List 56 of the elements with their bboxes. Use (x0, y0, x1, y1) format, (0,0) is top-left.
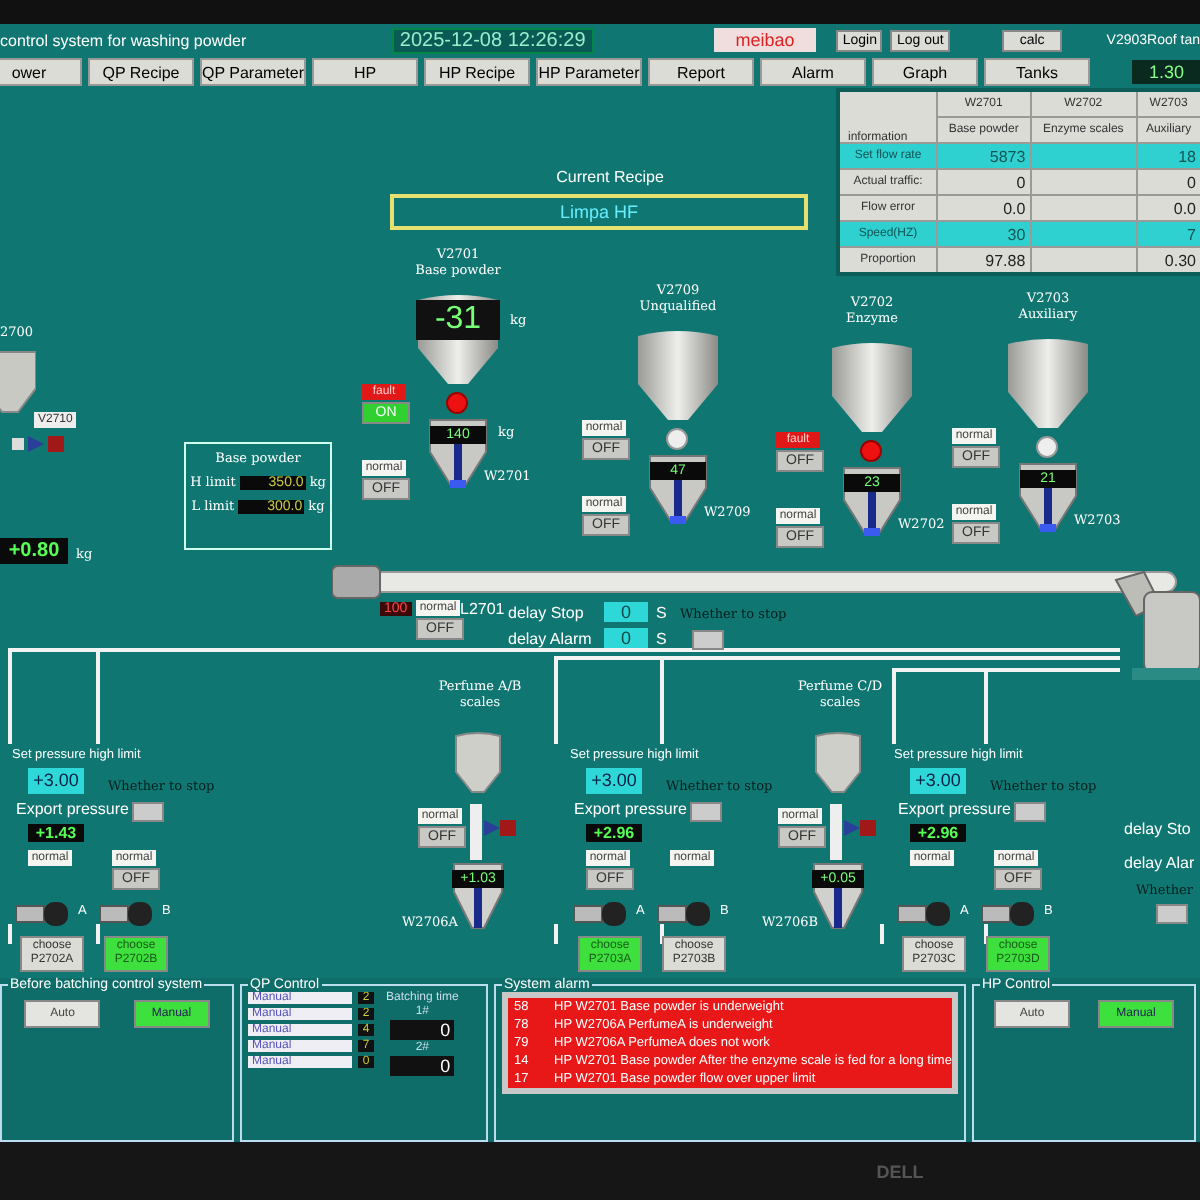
nav-button[interactable]: QP Parameter (200, 58, 306, 86)
delay-label: delay Alarm (508, 630, 592, 648)
weight-reading: -31 (416, 300, 500, 340)
delay-field[interactable]: 0 (604, 602, 648, 622)
table-cell: 0 (937, 169, 1031, 195)
delay-label: delay Alar (1124, 854, 1195, 872)
valve-icon (470, 804, 518, 860)
unit-label: S (656, 604, 667, 622)
feeder-reading: +0.80 (0, 538, 68, 564)
nav-button[interactable]: HP Recipe (424, 58, 530, 86)
pressure-reading: +1.43 (28, 824, 84, 842)
delay-label: delay Sto (1124, 820, 1191, 838)
nav-button[interactable]: Alarm (760, 58, 866, 86)
nav-button[interactable]: HP Parameter (536, 58, 642, 86)
nav-button[interactable]: Tanks (984, 58, 1090, 86)
delay-label: delay Stop (508, 604, 584, 622)
valve-icon (830, 804, 878, 860)
unit-label: S (656, 630, 667, 648)
stop-toggle[interactable] (1014, 802, 1046, 822)
table-cell: 30 (937, 221, 1031, 247)
monitor-logo: DELL (876, 1161, 924, 1181)
table-cell (1030, 143, 1137, 169)
nav-button[interactable]: HP (312, 58, 418, 86)
pressure-label: Export pressure (16, 800, 129, 818)
tank-value: 1.30 (1132, 60, 1200, 84)
nav-button[interactable]: Graph (872, 58, 978, 86)
stop-toggle[interactable] (692, 630, 724, 650)
recipe-label: Current Recipe (554, 168, 666, 186)
nav-button[interactable]: QP Recipe (88, 58, 194, 86)
hopper-drawing (814, 732, 862, 796)
valve-icon (12, 432, 64, 456)
user-field: meibao (713, 28, 817, 52)
window-title: control system for washing powder (0, 31, 249, 49)
pressure-limit-field[interactable]: +3.00 (586, 768, 642, 794)
pressure-reading: +2.96 (586, 824, 642, 842)
timer-value: 0 (390, 1020, 455, 1040)
nav-button[interactable]: Report (648, 58, 754, 86)
mixer-drawing (1112, 568, 1200, 680)
stop-toggle[interactable] (690, 802, 722, 822)
table-cell (1030, 169, 1137, 195)
pressure-label: Export pressure (574, 800, 687, 818)
pressure-limit-field[interactable]: +3.00 (910, 768, 966, 794)
nav-button[interactable]: ower (0, 58, 82, 86)
recipe-field: Limpa HF (390, 194, 808, 230)
hopper-drawing (454, 732, 502, 796)
conveyor-tag: L2701 (460, 600, 505, 618)
stop-toggle[interactable] (1156, 904, 1188, 924)
pressure-label: Export pressure (898, 800, 1011, 818)
table-cell: 5873 (937, 143, 1031, 169)
pressure-reading: +2.96 (910, 824, 966, 842)
pressure-limit-field[interactable]: +3.00 (28, 768, 84, 794)
timer-value: 0 (390, 1056, 455, 1076)
table-cell (1030, 221, 1137, 247)
stop-toggle[interactable] (132, 802, 164, 822)
delay-field[interactable]: 0 (604, 628, 648, 648)
datetime-display: 2025-12-08 12:26:29 (391, 27, 594, 53)
